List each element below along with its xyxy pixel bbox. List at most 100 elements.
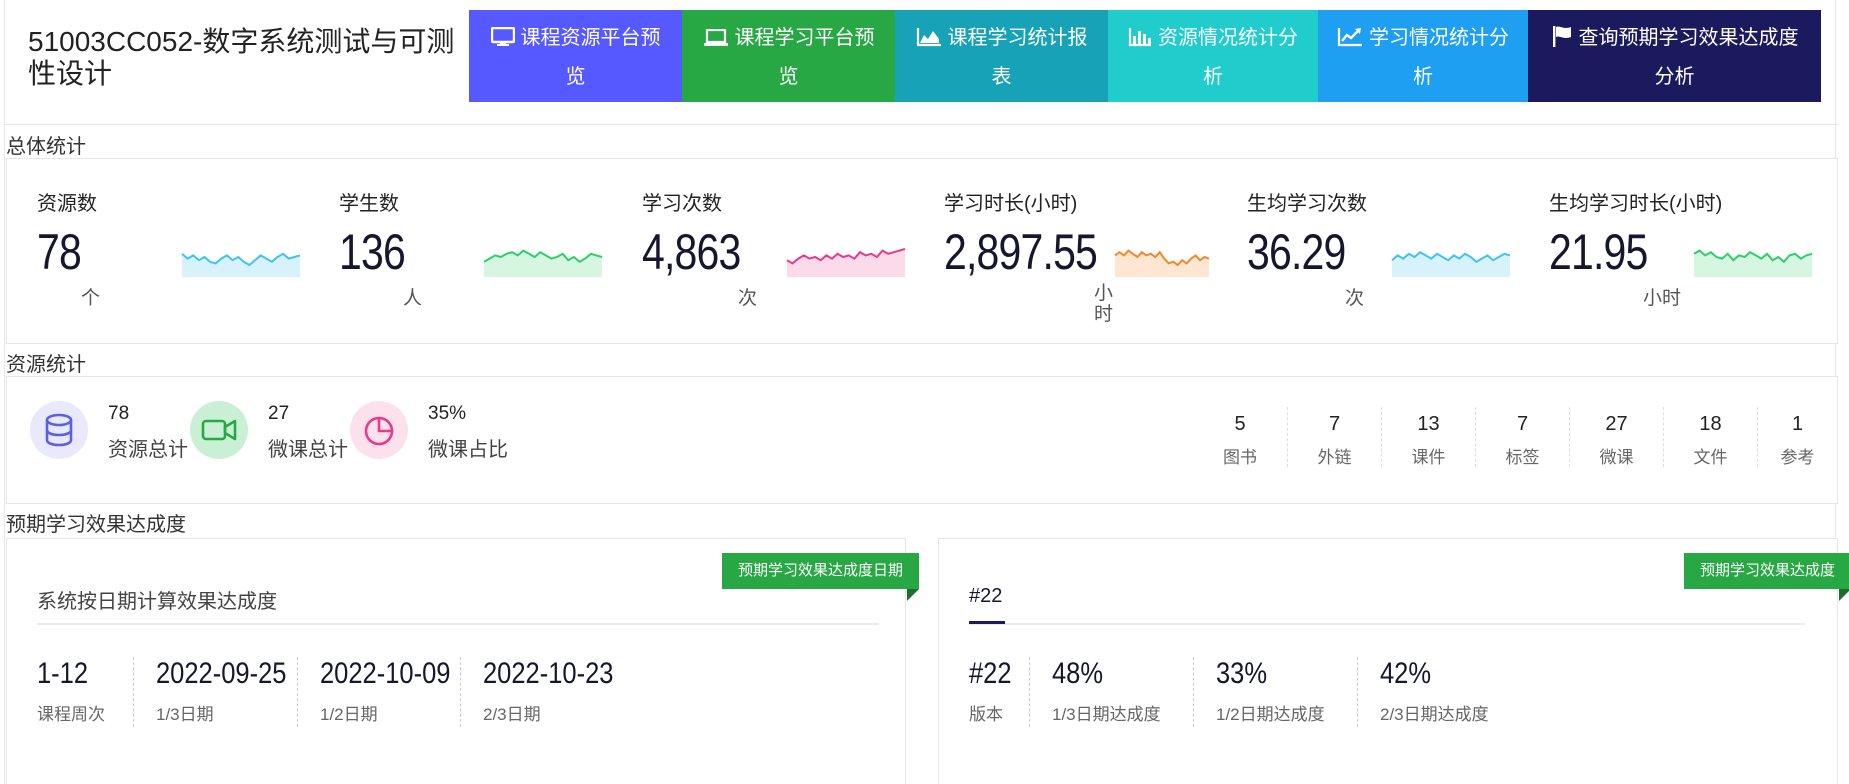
card-title-version: #22 xyxy=(969,585,1003,607)
type-courseware: 13 课件 xyxy=(1381,407,1475,467)
nav-label: 查询预期学习效果达成度分析 xyxy=(1578,27,1799,88)
metric-value: 2022-10-09 xyxy=(320,657,451,690)
summary-microlecture-ratio: 35% 微课占比 xyxy=(350,401,510,461)
metric-label: 1/3日期 xyxy=(156,705,214,724)
database-icon xyxy=(30,401,88,459)
section-title-overall: 总体统计 xyxy=(6,136,86,158)
pie-chart-icon xyxy=(350,401,408,459)
metric-version: #22 版本 xyxy=(969,657,1029,727)
type-label: 图书 xyxy=(1223,448,1257,467)
stat-unit: 次 xyxy=(1345,288,1365,309)
top-nav: 课程资源平台预览 课程学习平台预览 课程学习统计报表 资源情况统计分析 学习情况… xyxy=(469,10,1821,102)
metric-one-half-date: 2022-10-09 1/2日期 xyxy=(297,657,460,727)
stat-sparkline xyxy=(181,252,301,277)
stat-study-hours: 学习时长(小时) 2,897.55 小时 xyxy=(944,187,1244,325)
bar-chart-icon xyxy=(1128,23,1152,59)
section-title-achievement: 预期学习效果达成度 xyxy=(6,514,186,536)
line-chart-icon xyxy=(1337,23,1363,59)
type-label: 文件 xyxy=(1693,448,1728,467)
stat-value: 36.29 xyxy=(1247,224,1346,280)
stat-value: 78 xyxy=(37,224,82,280)
stat-sparkline xyxy=(1114,249,1210,277)
divider xyxy=(4,124,1838,125)
metric-value: #22 xyxy=(969,657,1012,690)
stat-label: 资源数 xyxy=(37,193,97,215)
area-chart-icon xyxy=(916,23,942,59)
nav-label: 课程资源平台预览 xyxy=(520,27,661,88)
metric-one-third-rate: 48% 1/3日期达成度 xyxy=(1029,657,1193,727)
metric-two-third-rate: 42% 2/3日期达成度 xyxy=(1357,657,1527,727)
stat-avg-study-hours: 生均学习时长(小时) 21.95 小时 xyxy=(1549,187,1849,309)
nav-learning-platform-preview[interactable]: 课程学习平台预览 xyxy=(682,10,895,102)
achievement-date-card: 预期学习效果达成度日期 系统按日期计算效果达成度 1-12 课程周次 2022-… xyxy=(6,538,919,784)
nav-label: 课程学习平台预览 xyxy=(734,27,875,88)
metric-value: 2022-09-25 xyxy=(156,657,287,690)
stat-sparkline xyxy=(483,249,603,277)
video-camera-icon xyxy=(190,401,248,459)
header: 51003CC052-数字系统测试与可测性设计 课程资源平台预览 课程学习平台预… xyxy=(0,0,1849,120)
summary-value: 27 xyxy=(268,403,290,424)
laptop-icon xyxy=(703,23,729,59)
nav-achievement-query[interactable]: 查询预期学习效果达成度分析 xyxy=(1528,10,1821,102)
type-label: 微课 xyxy=(1599,448,1634,467)
ribbon-achievement-date: 预期学习效果达成度日期 xyxy=(721,553,919,601)
stat-label: 生均学习次数 xyxy=(1247,193,1367,215)
nav-resource-platform-preview[interactable]: 课程资源平台预览 xyxy=(469,10,682,102)
resource-stats-panel: 78 资源总计 27 微课总计 35% 微课占比 5 图书 7 外链 13 课件… xyxy=(6,376,1838,504)
nav-resource-analysis[interactable]: 资源情况统计分析 xyxy=(1108,10,1318,102)
card-divider xyxy=(37,623,879,625)
metric-label: 1/2日期 xyxy=(320,705,378,724)
metric-value: 2022-10-23 xyxy=(483,657,614,690)
stat-unit: 人 xyxy=(403,288,423,309)
summary-value: 35% xyxy=(428,403,467,424)
metric-label: 课程周次 xyxy=(37,705,105,724)
stat-sparkline xyxy=(1693,249,1813,277)
type-tags: 7 标签 xyxy=(1475,407,1569,467)
type-label: 课件 xyxy=(1411,448,1446,467)
stat-value: 4,863 xyxy=(642,224,741,280)
metric-course-weeks: 1-12 课程周次 xyxy=(37,657,140,727)
stat-label: 学生数 xyxy=(339,193,399,215)
stat-value: 2,897.55 xyxy=(944,224,1098,280)
section-title-resources: 资源统计 xyxy=(6,354,86,376)
metric-one-third-date: 2022-09-25 1/3日期 xyxy=(133,657,296,727)
stat-label: 学习时长(小时) xyxy=(944,193,1078,215)
nav-learning-analysis[interactable]: 学习情况统计分析 xyxy=(1318,10,1528,102)
type-label: 参考 xyxy=(1780,448,1815,467)
summary-label: 资源总计 xyxy=(108,439,188,461)
type-value: 7 xyxy=(1328,413,1341,435)
summary-value: 78 xyxy=(108,403,130,424)
metric-value: 42% xyxy=(1380,657,1432,690)
stat-label: 学习次数 xyxy=(642,193,722,215)
flag-icon xyxy=(1551,23,1573,59)
type-value: 1 xyxy=(1791,413,1804,435)
monitor-icon xyxy=(490,23,515,59)
ribbon-label: 预期学习效果达成度日期 xyxy=(737,562,903,579)
type-value: 18 xyxy=(1699,413,1722,435)
type-files: 18 文件 xyxy=(1663,407,1757,467)
course-title: 51003CC052-数字系统测试与可测性设计 xyxy=(28,26,455,89)
summary-label: 微课占比 xyxy=(428,439,508,461)
metric-value: 48% xyxy=(1052,657,1104,690)
nav-label: 资源情况统计分析 xyxy=(1158,27,1298,88)
nav-label: 课程学习统计报表 xyxy=(947,27,1088,88)
sparkline-area xyxy=(182,253,300,277)
ribbon-label: 预期学习效果达成度 xyxy=(1699,562,1835,579)
type-books: 5 图书 xyxy=(1193,407,1287,467)
card-divider xyxy=(969,623,1805,625)
nav-learning-report[interactable]: 课程学习统计报表 xyxy=(895,10,1108,102)
type-value: 13 xyxy=(1417,413,1440,435)
metric-label: 1/3日期达成度 xyxy=(1052,705,1161,724)
type-references: 1 参考 xyxy=(1757,407,1837,467)
type-value: 5 xyxy=(1234,413,1246,435)
stat-avg-study-count: 生均学习次数 36.29 次 xyxy=(1247,187,1547,309)
stat-study-count: 学习次数 4,863 次 xyxy=(642,187,942,309)
type-value: 27 xyxy=(1605,413,1628,435)
metric-label: 版本 xyxy=(969,705,1003,724)
summary-total-resources: 78 资源总计 xyxy=(30,401,190,461)
metric-two-third-date: 2022-10-23 2/3日期 xyxy=(460,657,630,727)
type-microlectures: 27 微课 xyxy=(1569,407,1663,467)
summary-label: 微课总计 xyxy=(268,439,348,461)
metric-label: 1/2日期达成度 xyxy=(1216,705,1325,724)
stat-unit: 小时 xyxy=(1094,283,1114,325)
